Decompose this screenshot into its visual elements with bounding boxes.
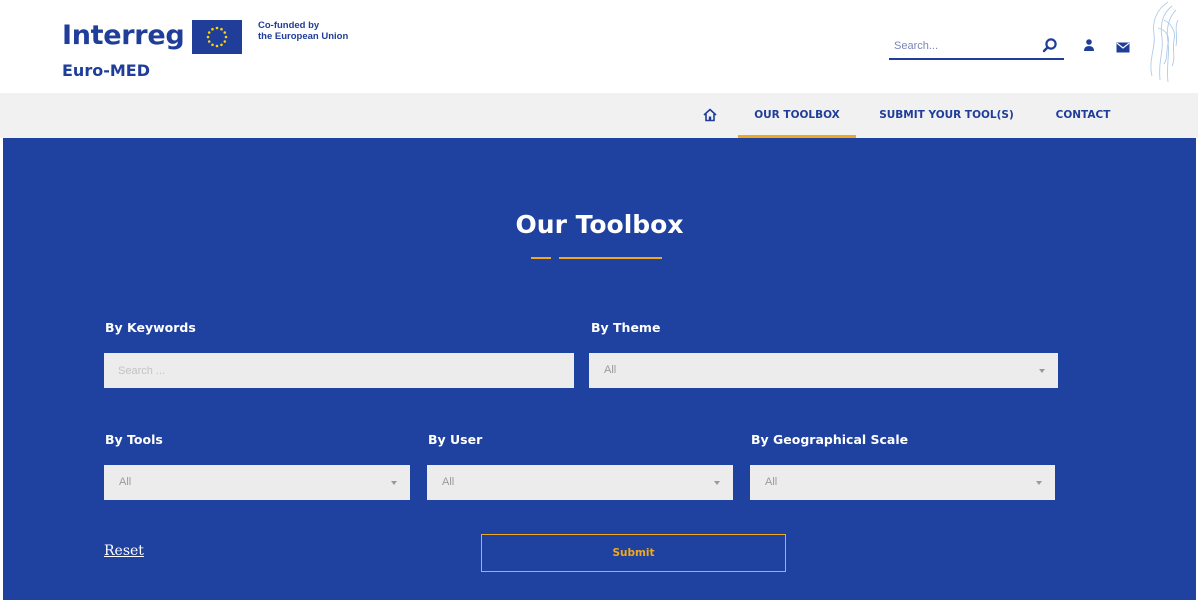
user-select[interactable]: All (427, 465, 733, 500)
home-icon[interactable] (701, 106, 719, 124)
user-select-value: All (442, 476, 455, 488)
brand-name: Interreg (62, 20, 185, 51)
site-header: Interreg Co-funded by the European Union… (0, 0, 1198, 93)
tools-select[interactable]: All (104, 465, 410, 500)
reset-link[interactable]: Reset (104, 543, 144, 559)
keywords-search-input[interactable] (104, 353, 574, 388)
header-search (889, 33, 1064, 60)
tools-label: By Tools (105, 432, 163, 447)
title-underline (559, 257, 662, 259)
geographical-scale-select[interactable]: All (750, 465, 1055, 500)
keywords-label: By Keywords (105, 320, 196, 335)
geographical-scale-label: By Geographical Scale (751, 432, 909, 447)
theme-select-value: All (604, 364, 617, 376)
toolbox-section: Our Toolbox By Keywords By Theme All By … (3, 138, 1196, 600)
nav-submit-your-tools[interactable]: SUBMIT YOUR TOOL(S) (868, 93, 1025, 138)
brand-region: Euro-MED (62, 61, 150, 80)
user-label: By User (428, 432, 483, 447)
cofunded-line-1: Co-funded by (258, 20, 320, 31)
chevron-down-icon (714, 481, 720, 485)
user-icon[interactable] (1082, 38, 1096, 52)
header-search-input[interactable] (889, 33, 1034, 58)
search-icon[interactable] (1040, 36, 1060, 56)
submit-button[interactable]: Submit (481, 534, 786, 572)
cofunded-line-2: the European Union (258, 31, 349, 42)
theme-select[interactable]: All (589, 353, 1058, 388)
nav-contact[interactable]: CONTACT (1040, 93, 1126, 138)
page-title: Our Toolbox (515, 210, 684, 239)
main-navigation: OUR TOOLBOX SUBMIT YOUR TOOL(S) CONTACT (0, 93, 1198, 138)
mail-icon[interactable] (1116, 40, 1130, 53)
nav-our-toolbox[interactable]: OUR TOOLBOX (738, 93, 856, 138)
chevron-down-icon (1036, 481, 1042, 485)
eu-flag-icon (192, 20, 242, 54)
geographical-scale-select-value: All (765, 476, 778, 488)
theme-label: By Theme (591, 320, 661, 335)
title-underline-accent (531, 257, 551, 259)
chevron-down-icon (1039, 369, 1045, 373)
cofunded-text: Co-funded by the European Union (258, 20, 378, 42)
chevron-down-icon (391, 481, 397, 485)
tools-select-value: All (119, 476, 132, 488)
decorative-illustration (1138, 0, 1183, 84)
